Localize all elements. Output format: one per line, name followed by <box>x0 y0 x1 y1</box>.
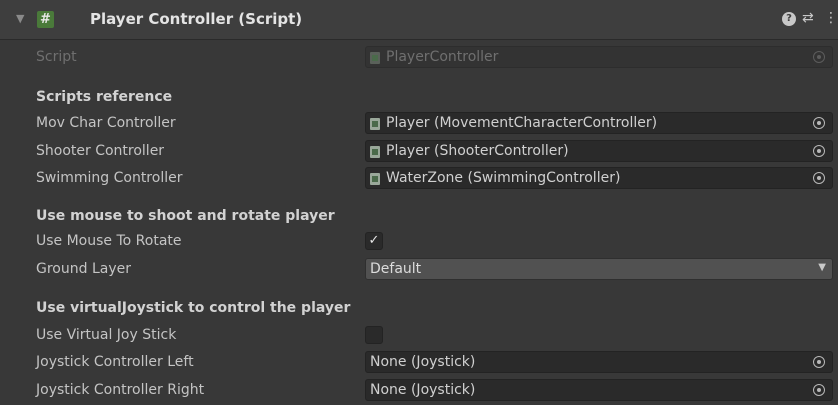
mov-char-row: Mov Char Controller Player (MovementChar… <box>0 110 838 138</box>
shooter-value: Player (ShooterController) <box>386 143 569 159</box>
joystick-right-value: None (Joystick) <box>370 382 476 398</box>
help-icon[interactable]: ? <box>782 12 796 26</box>
script-file-icon <box>370 118 380 130</box>
joystick-right-row: Joystick Controller Right None (Joystick… <box>0 377 838 405</box>
object-picker-icon[interactable] <box>813 356 825 368</box>
mov-char-value: Player (MovementCharacterController) <box>386 115 658 131</box>
joystick-left-field[interactable]: None (Joystick) <box>365 351 833 373</box>
mov-char-field[interactable]: Player (MovementCharacterController) <box>365 112 833 134</box>
joystick-left-row: Joystick Controller Left None (Joystick) <box>0 349 838 377</box>
chevron-down-icon: ▼ <box>818 262 826 273</box>
script-file-icon <box>370 146 380 158</box>
script-label: Script <box>36 49 77 65</box>
use-virtual-joystick-label: Use Virtual Joy Stick <box>36 327 177 343</box>
joystick-left-value: None (Joystick) <box>370 354 476 370</box>
component-header[interactable]: ▼ # Player Controller (Script) ? ⇄ ⋮ <box>0 0 838 40</box>
fold-triangle-icon[interactable]: ▼ <box>16 12 24 25</box>
script-row: Script PlayerController <box>0 44 838 72</box>
component-title: Player Controller (Script) <box>90 10 303 28</box>
swimming-field[interactable]: WaterZone (SwimmingController) <box>365 167 833 189</box>
ground-layer-dropdown[interactable]: Default ▼ <box>365 258 833 280</box>
shooter-row: Shooter Controller Player (ShooterContro… <box>0 138 838 166</box>
shooter-field[interactable]: Player (ShooterController) <box>365 140 833 162</box>
ground-layer-value: Default <box>370 261 422 277</box>
section-scripts-reference: Scripts reference <box>36 89 173 105</box>
object-picker-icon[interactable] <box>813 384 825 396</box>
hash-icon: # <box>37 11 54 28</box>
use-mouse-rotate-label: Use Mouse To Rotate <box>36 233 182 249</box>
use-virtual-joystick-checkbox[interactable] <box>365 326 383 344</box>
script-value: PlayerController <box>386 49 499 65</box>
object-picker-icon[interactable] <box>813 172 825 184</box>
section-mouse: Use mouse to shoot and rotate player <box>36 208 335 224</box>
joystick-right-label: Joystick Controller Right <box>36 382 205 398</box>
object-picker-icon <box>813 51 825 63</box>
presets-icon[interactable]: ⇄ <box>802 10 814 26</box>
joystick-left-label: Joystick Controller Left <box>36 354 194 370</box>
section-joystick: Use virtualJoystick to control the playe… <box>36 300 351 316</box>
kebab-menu-icon[interactable]: ⋮ <box>824 10 838 26</box>
swimming-value: WaterZone (SwimmingController) <box>386 170 621 186</box>
ground-layer-row: Ground Layer Default ▼ <box>0 256 838 284</box>
ground-layer-label: Ground Layer <box>36 261 131 277</box>
script-file-icon <box>370 173 380 185</box>
shooter-label: Shooter Controller <box>36 143 165 159</box>
mov-char-label: Mov Char Controller <box>36 115 176 131</box>
object-picker-icon[interactable] <box>813 117 825 129</box>
object-picker-icon[interactable] <box>813 145 825 157</box>
swimming-row: Swimming Controller WaterZone (SwimmingC… <box>0 165 838 193</box>
script-field: PlayerController <box>365 46 833 68</box>
script-file-icon <box>370 52 380 64</box>
use-mouse-rotate-checkbox[interactable]: ✓ <box>365 232 383 250</box>
use-mouse-rotate-row: Use Mouse To Rotate ✓ <box>0 228 838 256</box>
swimming-label: Swimming Controller <box>36 170 183 186</box>
use-virtual-joystick-row: Use Virtual Joy Stick <box>0 322 838 350</box>
joystick-right-field[interactable]: None (Joystick) <box>365 379 833 401</box>
